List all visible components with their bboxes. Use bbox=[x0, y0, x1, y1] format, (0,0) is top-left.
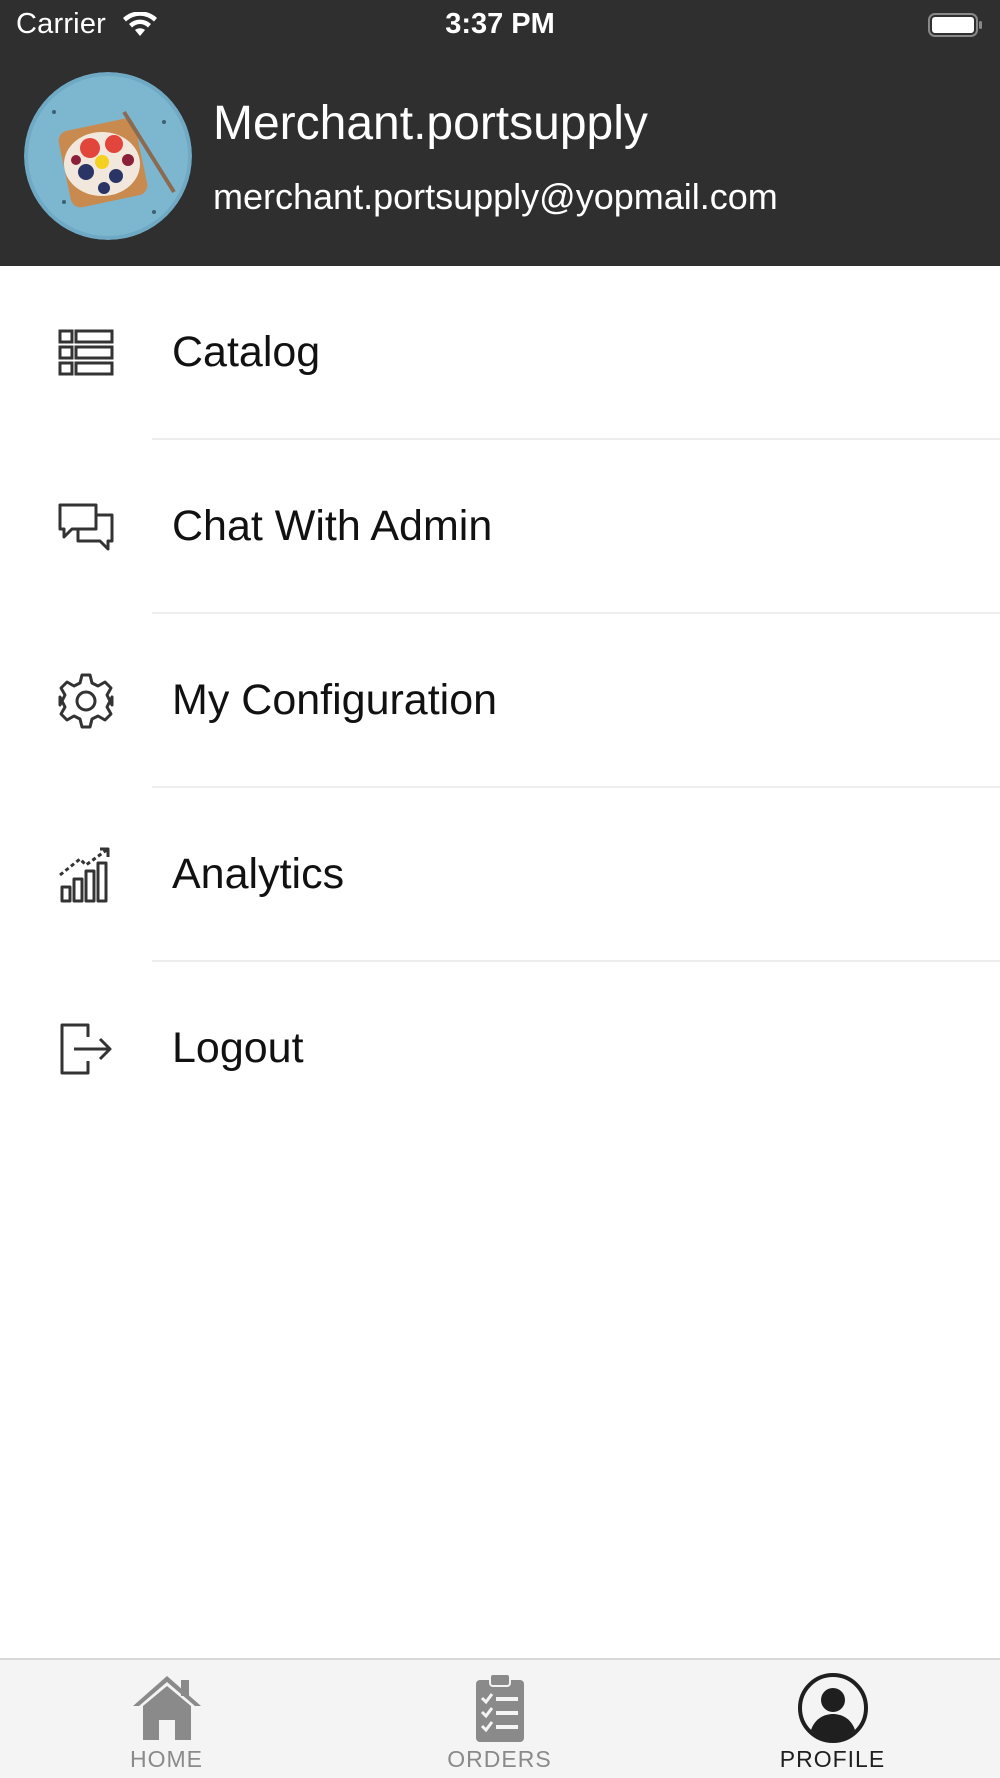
tab-label: PROFILE bbox=[779, 1746, 886, 1772]
menu-item-my-configuration[interactable]: My Configuration bbox=[0, 614, 1000, 788]
profile-icon bbox=[795, 1672, 871, 1744]
gear-icon bbox=[56, 671, 116, 731]
menu-item-label: Logout bbox=[172, 1024, 304, 1072]
menu-item-catalog[interactable]: Catalog bbox=[0, 266, 1000, 440]
clipboard-icon bbox=[462, 1672, 538, 1744]
menu-item-label: Analytics bbox=[172, 850, 345, 898]
tab-home[interactable]: HOME bbox=[0, 1660, 333, 1778]
status-bar: Carrier 3:37 PM bbox=[0, 0, 1000, 50]
tab-label: ORDERS bbox=[447, 1746, 552, 1772]
profile-header: Merchant.portsupply merchant.portsupply@… bbox=[0, 50, 1000, 266]
menu-item-analytics[interactable]: Analytics bbox=[0, 788, 1000, 962]
menu-item-label: Chat With Admin bbox=[172, 502, 493, 550]
logout-icon bbox=[56, 1019, 116, 1079]
chat-icon bbox=[56, 497, 116, 557]
chart-icon bbox=[56, 845, 116, 905]
tab-orders[interactable]: ORDERS bbox=[333, 1660, 666, 1778]
list-icon bbox=[56, 323, 116, 383]
profile-email: merchant.portsupply@yopmail.com bbox=[213, 176, 778, 217]
tab-profile[interactable]: PROFILE bbox=[666, 1660, 999, 1778]
menu-item-chat-with-admin[interactable]: Chat With Admin bbox=[0, 440, 1000, 614]
menu-item-label: My Configuration bbox=[172, 676, 498, 724]
tab-label: HOME bbox=[130, 1746, 203, 1772]
avatar[interactable] bbox=[24, 72, 192, 240]
menu-item-label: Catalog bbox=[172, 328, 321, 376]
bottom-tab-bar: HOME ORDERS PROFILE bbox=[0, 1658, 1000, 1778]
drawer-menu: Catalog Chat With Admin My Configuration bbox=[0, 266, 1000, 1136]
home-icon bbox=[129, 1672, 205, 1744]
battery-icon bbox=[928, 12, 984, 38]
menu-item-logout[interactable]: Logout bbox=[0, 962, 1000, 1136]
clock-time: 3:37 PM bbox=[445, 8, 555, 40]
profile-name: Merchant.portsupply bbox=[213, 97, 648, 150]
